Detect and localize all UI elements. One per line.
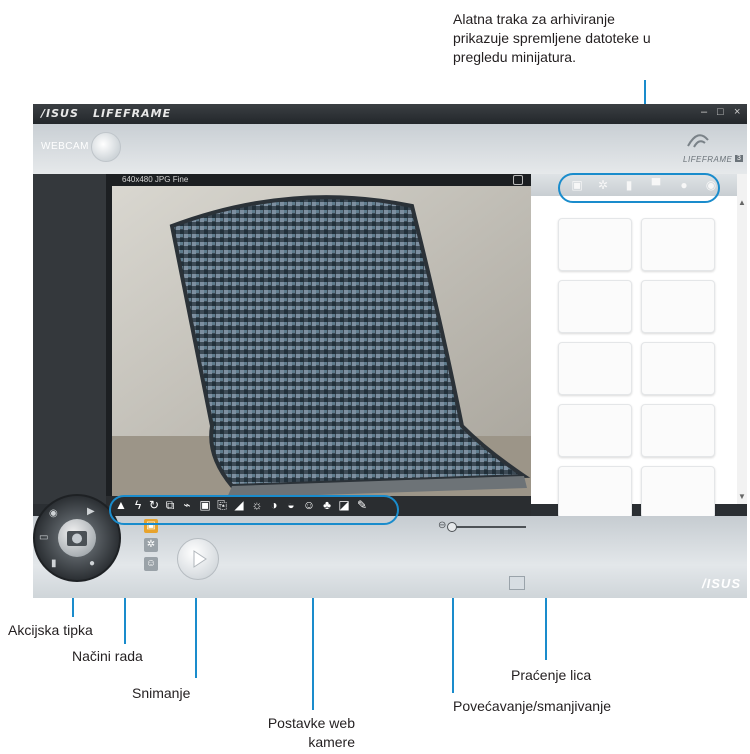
thumbnail-panel: ▣ ✲ ▮ ▀ ● ◉ bbox=[531, 174, 737, 519]
webcam-label: WEBCAM bbox=[41, 141, 89, 152]
face-mode-icon[interactable]: ☺ bbox=[144, 557, 158, 571]
title-bar: /ISUS LIFEFRAME – □ × bbox=[33, 104, 747, 124]
scroll-up-icon[interactable]: ▲ bbox=[738, 198, 746, 207]
minimize-button[interactable]: – bbox=[701, 106, 707, 118]
callout-archive-toolbar: Alatna traka za arhiviranje prikazuje sp… bbox=[453, 10, 651, 67]
header-bar: WEBCAM LIFEFRAME 3 bbox=[33, 124, 747, 174]
callout-modes: Načini rada bbox=[72, 648, 143, 664]
header-logo-text: LIFEFRAME bbox=[683, 155, 733, 164]
close-button[interactable]: × bbox=[734, 106, 740, 118]
zoom-slider[interactable] bbox=[451, 526, 526, 528]
thumbnail-slot[interactable] bbox=[641, 218, 715, 271]
action-wheel[interactable]: ◉ ▶ ▭ ▮ ● bbox=[33, 494, 121, 582]
highlight-webcam-settings bbox=[109, 495, 399, 525]
callout-archive-line2: prikazuje spremljene datoteke u bbox=[453, 30, 651, 46]
preview-image bbox=[112, 186, 532, 496]
lifeframe-logo bbox=[685, 130, 711, 155]
wheel-camera-icon[interactable]: ◉ bbox=[49, 508, 58, 519]
resolution-label: 640x480 JPG Fine bbox=[122, 175, 189, 184]
thumbnail-slot[interactable] bbox=[641, 342, 715, 395]
maximize-button[interactable]: □ bbox=[717, 106, 724, 118]
callout-webcam-line2: kamere bbox=[308, 734, 355, 750]
camera-lens-icon bbox=[67, 531, 87, 546]
callout-record: Snimanje bbox=[132, 685, 191, 701]
face-tracking-button[interactable] bbox=[509, 576, 525, 590]
callout-action-key: Akcijska tipka bbox=[8, 622, 93, 638]
record-button[interactable] bbox=[177, 538, 219, 580]
thumbnail-slot[interactable] bbox=[558, 404, 632, 457]
thumbnail-slot[interactable] bbox=[641, 466, 715, 519]
action-key-button[interactable] bbox=[58, 519, 96, 557]
thumbnail-slot[interactable] bbox=[558, 466, 632, 519]
callout-face-tracking: Praćenje lica bbox=[511, 667, 592, 683]
camera-preview: 640x480 JPG Fine bbox=[106, 174, 532, 504]
left-panel bbox=[33, 174, 106, 504]
scroll-down-icon[interactable]: ▼ bbox=[738, 492, 746, 501]
brand-lifeframe: LIFEFRAME bbox=[93, 107, 172, 120]
callout-webcam-settings: Postavke web kamere bbox=[255, 714, 355, 752]
wheel-id-icon[interactable]: ▮ bbox=[51, 558, 57, 569]
zoom-slider-thumb[interactable] bbox=[447, 522, 457, 532]
lifeframe-logo-icon bbox=[687, 134, 709, 148]
thumbnail-slot[interactable] bbox=[558, 280, 632, 333]
settings-mode-icon[interactable]: ✲ bbox=[144, 538, 158, 552]
callout-webcam-line1: Postavke web bbox=[267, 715, 355, 731]
highlight-archive-toolbar bbox=[558, 173, 720, 203]
header-logo-version: 3 bbox=[735, 155, 743, 162]
callout-zoom: Povećavanje/smanjivanje bbox=[453, 698, 611, 714]
zoom-out-icon[interactable]: ⊖ bbox=[438, 520, 446, 531]
callout-archive-line3: pregledu minijatura. bbox=[453, 49, 576, 65]
wheel-play-icon[interactable]: ▶ bbox=[87, 506, 95, 517]
thumbnail-slot[interactable] bbox=[558, 342, 632, 395]
thumbnail-slot[interactable] bbox=[641, 404, 715, 457]
thumbnail-slot[interactable] bbox=[558, 218, 632, 271]
callout-archive-line1: Alatna traka za arhiviranje bbox=[453, 11, 615, 27]
bottom-control-bar: ⊖ ▣ ✲ ☺ /ISUS bbox=[33, 516, 747, 598]
webcam-toggle[interactable] bbox=[91, 132, 121, 162]
preview-options-button[interactable] bbox=[513, 175, 523, 185]
thumbnail-slot[interactable] bbox=[641, 280, 715, 333]
wheel-mic-icon[interactable]: ● bbox=[89, 558, 95, 569]
wheel-folder-icon[interactable]: ▭ bbox=[39, 532, 48, 543]
brand-asus: /ISUS bbox=[41, 107, 79, 120]
play-icon bbox=[193, 550, 207, 568]
asus-logo: /ISUS bbox=[702, 576, 741, 591]
thumbnail-scrollbar[interactable]: ▲ ▼ bbox=[737, 174, 747, 504]
